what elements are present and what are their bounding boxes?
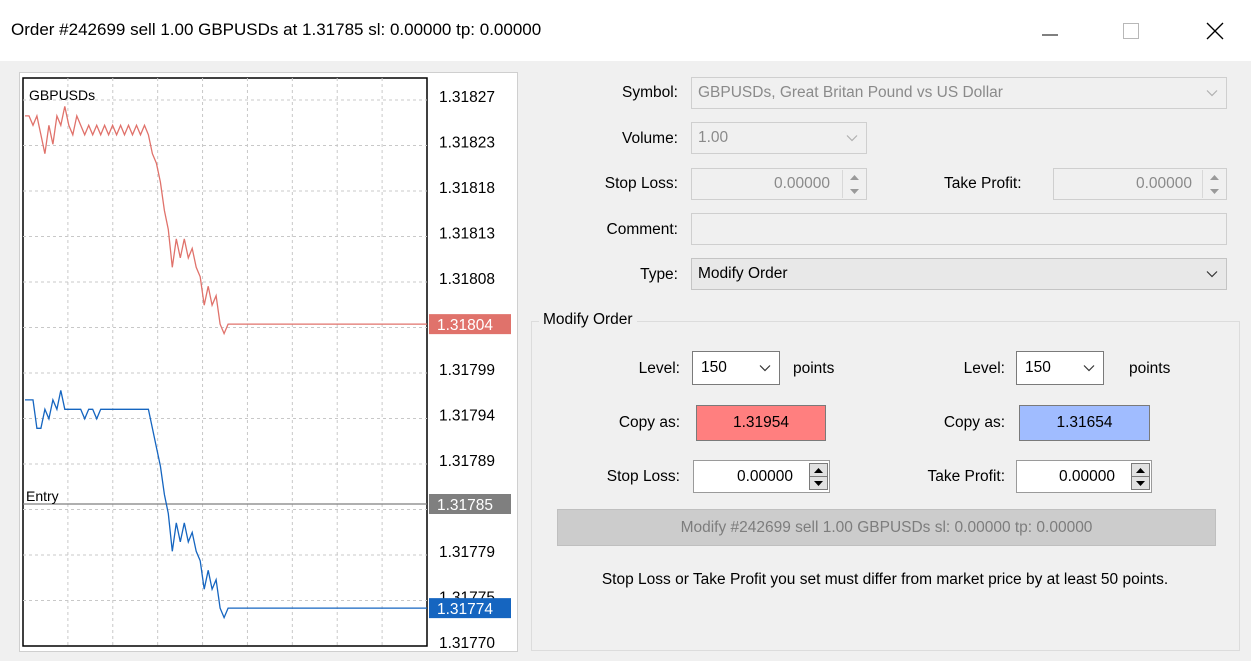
stop-loss-field[interactable]: 0.00000 — [691, 168, 867, 200]
symbol-value: GBPUSDs, Great Britan Pound vs US Dollar — [698, 84, 1003, 101]
notice-text: Stop Loss or Take Profit you set must di… — [601, 571, 1169, 588]
arrow-up-icon — [814, 467, 823, 473]
volume-value: 1.00 — [698, 129, 729, 146]
chevron-down-icon — [846, 135, 858, 142]
entry-price-label: 1.31785 — [437, 497, 493, 514]
symbol-label: Symbol: — [622, 84, 678, 101]
chart-title: GBPUSDs — [29, 87, 95, 103]
type-select[interactable]: Modify Order — [691, 258, 1227, 290]
level-value-right: 150 — [1025, 359, 1051, 376]
y-tick-label: 1.31779 — [439, 544, 495, 561]
chevron-down-icon — [1206, 271, 1218, 278]
chevron-down-icon — [1083, 365, 1095, 372]
level-label-left: Level: — [638, 360, 680, 377]
stop-loss-modify-value: 0.00000 — [736, 467, 793, 485]
stop-loss-label: Stop Loss: — [604, 175, 678, 192]
y-tick-label: 1.31823 — [439, 135, 495, 152]
take-profit-label-modify: Take Profit: — [927, 468, 1005, 485]
maximize-icon — [1123, 23, 1139, 39]
chevron-down-icon — [1206, 90, 1218, 97]
arrow-up-icon — [849, 174, 859, 180]
arrow-up-icon — [1209, 174, 1219, 180]
stop-loss-value: 0.00000 — [773, 175, 830, 192]
minimize-button[interactable] — [1030, 14, 1070, 48]
level-select-right[interactable]: 150 — [1016, 351, 1104, 385]
stop-loss-modify-spinner[interactable] — [809, 463, 828, 490]
arrow-down-icon — [1209, 188, 1219, 194]
current-price-label: 1.31774 — [437, 601, 493, 618]
stop-loss-spinner[interactable] — [842, 170, 865, 198]
close-button[interactable] — [1195, 14, 1235, 48]
y-tick-label: 1.31827 — [439, 89, 495, 106]
type-label: Type: — [640, 266, 678, 283]
type-value: Modify Order — [698, 265, 788, 282]
modify-order-group-title: Modify Order — [539, 311, 637, 329]
points-label-left: points — [793, 360, 835, 377]
volume-select[interactable]: 1.00 — [691, 122, 867, 154]
title-bar: Order #242699 sell 1.00 GBPUSDs at 1.317… — [0, 0, 1251, 61]
level-value-left: 150 — [701, 359, 727, 376]
comment-label: Comment: — [606, 221, 679, 238]
copy-as-label-right: Copy as: — [943, 414, 1005, 431]
close-icon — [1206, 22, 1224, 40]
take-profit-modify-spinner[interactable] — [1131, 463, 1150, 490]
entry-label: Entry — [26, 488, 59, 504]
copy-as-label-left: Copy as: — [618, 414, 680, 431]
arrow-down-icon — [849, 188, 859, 194]
y-tick-label: 1.31770 — [439, 635, 495, 650]
chevron-down-icon — [759, 365, 771, 372]
y-tick-label: 1.31818 — [439, 180, 495, 197]
stop-loss-label-modify: Stop Loss: — [606, 468, 680, 485]
stop-loss-modify-field[interactable]: 0.00000 — [693, 460, 830, 493]
volume-label: Volume: — [621, 130, 678, 147]
y-tick-label: 1.31794 — [439, 408, 495, 425]
comment-field[interactable] — [691, 213, 1227, 245]
window-title: Order #242699 sell 1.00 GBPUSDs at 1.317… — [11, 20, 542, 39]
y-tick-label: 1.31799 — [439, 362, 495, 379]
level-select-left[interactable]: 150 — [692, 351, 780, 385]
take-profit-label: Take Profit: — [944, 175, 1022, 192]
symbol-select[interactable]: GBPUSDs, Great Britan Pound vs US Dollar — [691, 77, 1227, 109]
level-label-right: Level: — [963, 360, 1005, 377]
y-tick-label: 1.31808 — [439, 271, 495, 288]
modify-order-button[interactable]: Modify #242699 sell 1.00 GBPUSDs sl: 0.0… — [557, 509, 1216, 546]
points-label-right: points — [1129, 360, 1171, 377]
arrow-down-icon — [814, 480, 823, 486]
take-profit-modify-value: 0.00000 — [1058, 467, 1115, 485]
copy-as-sl-button[interactable]: 1.31954 — [696, 405, 826, 441]
copy-as-tp-button[interactable]: 1.31654 — [1019, 405, 1150, 441]
take-profit-field[interactable]: 0.00000 — [1053, 168, 1227, 200]
arrow-up-icon — [1136, 467, 1145, 473]
y-tick-label: 1.31789 — [439, 453, 495, 470]
take-profit-modify-field[interactable]: 0.00000 — [1016, 460, 1152, 493]
plot-area — [22, 77, 428, 647]
arrow-down-icon — [1136, 480, 1145, 486]
price-chart: 1.31827 1.31823 1.31818 1.31813 1.31808 1.318… — [22, 77, 511, 650]
take-profit-spinner[interactable] — [1202, 170, 1225, 198]
current-price-label: 1.31804 — [437, 317, 493, 334]
y-tick-label: 1.31813 — [439, 226, 495, 243]
maximize-button[interactable] — [1111, 14, 1151, 48]
take-profit-value: 0.00000 — [1135, 175, 1192, 192]
minimize-icon — [1042, 34, 1058, 36]
